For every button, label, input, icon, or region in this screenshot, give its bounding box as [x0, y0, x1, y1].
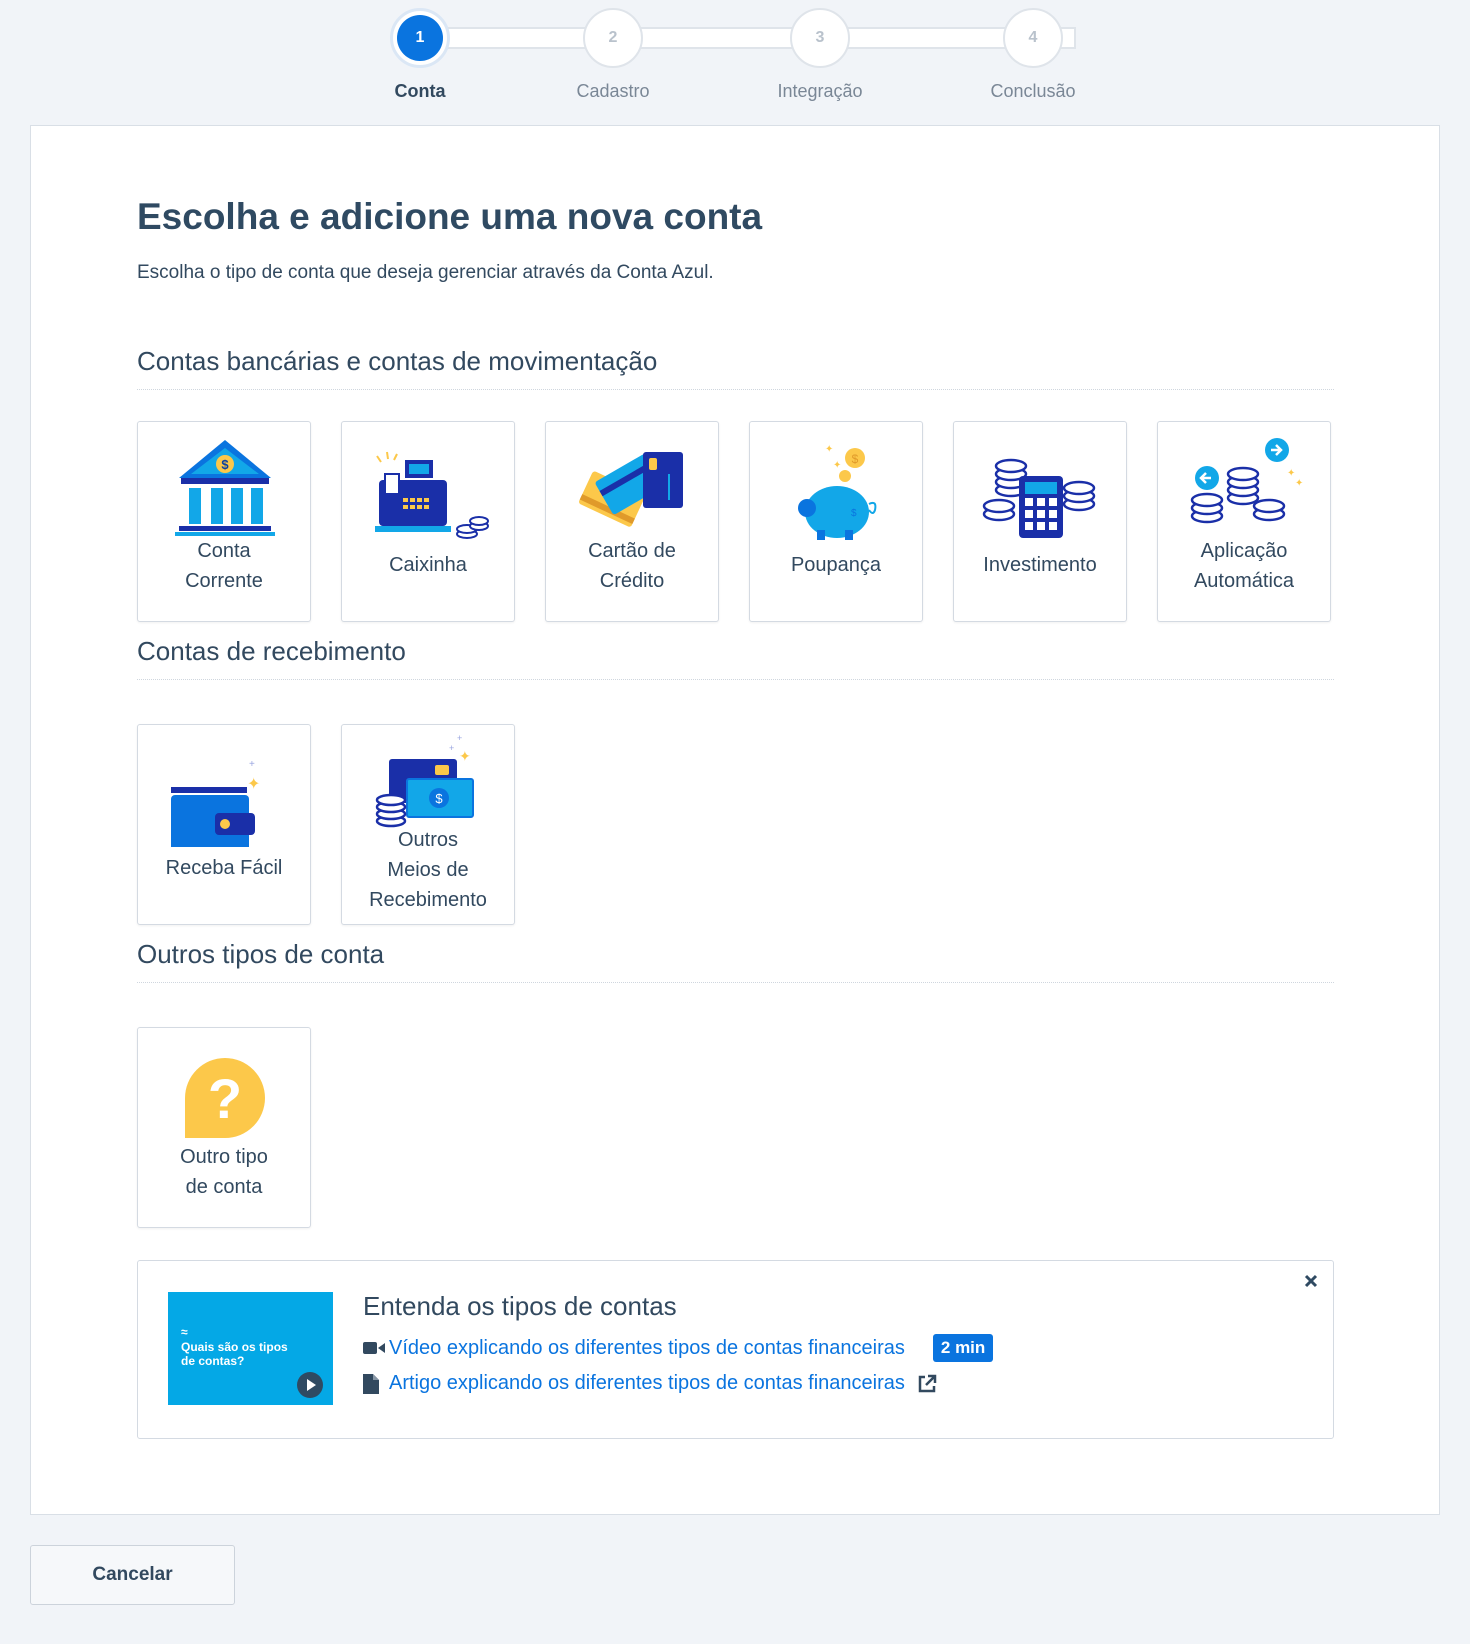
- card-label-line: Poupança: [790, 554, 882, 576]
- card-label-line: Outros: [397, 829, 459, 851]
- svg-text:+: +: [457, 733, 462, 743]
- svg-text:✦: ✦: [1295, 478, 1303, 489]
- video-link[interactable]: Vídeo explicando os diferentes tipos de …: [389, 1337, 905, 1360]
- help-box: ≈ Quais são os tipos de contas? Entenda …: [137, 1260, 1334, 1439]
- page-subtitle: Escolha o tipo de conta que deseja geren…: [137, 262, 714, 283]
- svg-text:✦: ✦: [825, 444, 833, 455]
- card-label-line: Meios de: [387, 859, 469, 881]
- svg-text:?: ?: [208, 1067, 242, 1130]
- step-number: 1: [397, 15, 443, 61]
- step-number: 2: [608, 29, 618, 46]
- video-camera-icon: [363, 1337, 387, 1359]
- credit-cards-icon: [573, 434, 693, 544]
- card-label: Caixinha: [342, 550, 514, 580]
- svg-text:✦: ✦: [459, 748, 471, 764]
- card-label-line: Cartão de: [588, 540, 676, 562]
- card-label-line: Receba Fácil: [165, 857, 283, 879]
- card-label-line: Investimento: [983, 554, 1097, 576]
- card-investimento[interactable]: Investimento: [953, 421, 1127, 622]
- step-conclusao: 4 Conclusão: [933, 8, 1133, 102]
- card-label-line: Automática: [1193, 570, 1295, 592]
- card-label: Poupança: [750, 550, 922, 580]
- step-label: Cadastro: [576, 81, 650, 101]
- card-label: Conta Corrente: [138, 536, 310, 596]
- video-thumbnail[interactable]: ≈ Quais são os tipos de contas?: [168, 1292, 333, 1405]
- step-circle: 4: [1003, 8, 1063, 68]
- play-icon[interactable]: [296, 1371, 324, 1399]
- step-cadastro: 2 Cadastro: [513, 8, 713, 102]
- help-article-row: Artigo explicando os diferentes tipos de…: [363, 1372, 937, 1395]
- logo-icon: ≈: [181, 1325, 188, 1339]
- card-label-line: Recebimento: [369, 889, 487, 911]
- bank-icon: $: [165, 434, 285, 544]
- card-label: Aplicação Automática: [1158, 536, 1330, 596]
- step-circle: 3: [790, 8, 850, 68]
- page-title: Escolha e adicione uma nova conta: [137, 196, 763, 237]
- duration-badge: 2 min: [932, 1334, 994, 1362]
- cancel-button[interactable]: Cancelar: [30, 1545, 235, 1605]
- svg-text:$: $: [435, 791, 443, 806]
- card-label-line: Outro tipo: [180, 1146, 268, 1168]
- card-label: Investimento: [954, 550, 1126, 580]
- step-number: 3: [815, 29, 825, 46]
- svg-text:+: +: [249, 759, 255, 770]
- card-label-line: Caixinha: [389, 554, 467, 576]
- card-receba-facil[interactable]: ✦ + Receba Fácil: [137, 724, 311, 925]
- card-label-line: Aplicação: [1200, 540, 1288, 562]
- article-link[interactable]: Artigo explicando os diferentes tipos de…: [389, 1372, 905, 1395]
- close-icon[interactable]: [1299, 1269, 1323, 1293]
- section-title-bank-accounts: Contas bancárias e contas de movimentaçã…: [137, 346, 1334, 390]
- external-link-icon[interactable]: [917, 1374, 937, 1394]
- card-poupanca[interactable]: $ ✦ ✦ $ Poupança: [749, 421, 923, 622]
- card-label-line: Crédito: [599, 570, 665, 592]
- step-label: Conclusão: [990, 81, 1076, 101]
- card-outros-meios-de-recebimento[interactable]: ✦ + + $ Outros Meios de Recebimento: [341, 724, 515, 925]
- card-label-line: Conta: [197, 540, 251, 562]
- progress-stepper: 1 Conta 2 Cadastro 3 Integração 4 Conclu…: [0, 0, 1470, 120]
- svg-text:$: $: [852, 452, 859, 466]
- coins-arrows-icon: ✦ ✦: [1185, 434, 1305, 544]
- step-number: 4: [1028, 29, 1038, 46]
- card-label: Receba Fácil: [138, 853, 310, 883]
- card-outro-tipo-de-conta[interactable]: ? Outro tipo de conta: [137, 1027, 311, 1228]
- card-label-line: Corrente: [185, 570, 263, 592]
- wallet-icon: ✦ +: [165, 737, 285, 847]
- document-icon: [363, 1373, 387, 1395]
- step-conta: 1 Conta: [320, 8, 520, 102]
- card-label: Outros Meios de Recebimento: [342, 825, 514, 915]
- question-icon: ?: [165, 1040, 285, 1150]
- calculator-coins-icon: [981, 434, 1101, 544]
- svg-text:$: $: [221, 457, 229, 472]
- piggy-bank-icon: $ ✦ ✦ $: [777, 434, 897, 544]
- card-conta-corrente[interactable]: $ Conta Corrente: [137, 421, 311, 622]
- step-label: Integração: [777, 81, 863, 101]
- step-circle: 1: [390, 8, 450, 68]
- help-video-row: Vídeo explicando os diferentes tipos de …: [363, 1334, 994, 1362]
- help-title: Entenda os tipos de contas: [363, 1291, 677, 1321]
- step-integracao: 3 Integração: [720, 8, 920, 102]
- step-label: Conta: [394, 81, 446, 101]
- card-label: Cartão de Crédito: [546, 536, 718, 596]
- cash-register-icon: [369, 434, 489, 544]
- thumbnail-text: Quais são os tipos de contas?: [181, 1340, 288, 1368]
- card-aplicacao-automatica[interactable]: ✦ ✦ Aplicação Automática: [1157, 421, 1331, 622]
- section-title-other-accounts: Outros tipos de conta: [137, 939, 1334, 983]
- svg-text:✦: ✦: [247, 776, 260, 793]
- card-caixinha[interactable]: Caixinha: [341, 421, 515, 622]
- svg-text:+: +: [449, 743, 454, 753]
- money-card-icon: ✦ + + $: [369, 727, 489, 837]
- step-circle: 2: [583, 8, 643, 68]
- card-label-line: de conta: [185, 1176, 263, 1198]
- svg-text:✦: ✦: [833, 460, 841, 471]
- card-cartao-de-credito[interactable]: Cartão de Crédito: [545, 421, 719, 622]
- svg-text:$: $: [851, 508, 857, 519]
- main-panel: Escolha e adicione uma nova conta Escolh…: [30, 125, 1440, 1515]
- section-title-receiving-accounts: Contas de recebimento: [137, 636, 1334, 680]
- card-label: Outro tipo de conta: [138, 1142, 310, 1202]
